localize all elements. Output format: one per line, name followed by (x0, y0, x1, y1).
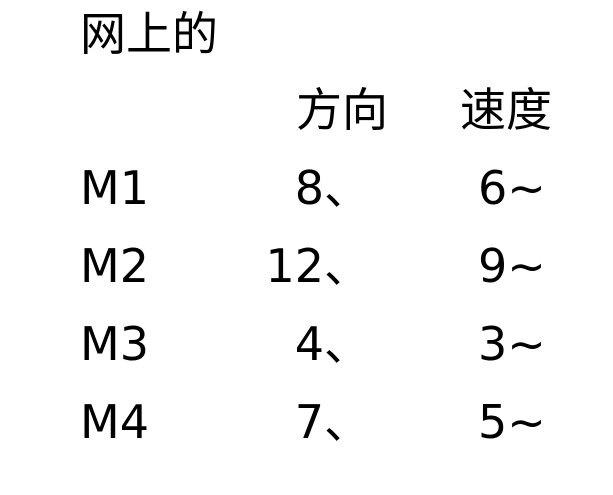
row-speed: 6~ (478, 161, 546, 215)
document-page: 网上的 方向 速度 M1 8、 6~ M2 12、 9~ M3 4、 3~ M4… (0, 0, 613, 495)
table-row: M4 7、 5~ (0, 392, 613, 452)
row-speed: 9~ (478, 239, 546, 293)
row-name: M2 (80, 239, 149, 293)
row-name: M1 (80, 161, 149, 215)
row-speed: 5~ (478, 395, 546, 449)
column-header-speed: 速度 (460, 83, 552, 137)
table-row: M1 8、 6~ (0, 158, 613, 218)
row-direction: 12、 (265, 239, 370, 293)
row-direction: 4、 (294, 317, 370, 371)
page-title: 网上的 (80, 7, 218, 61)
row-direction: 7、 (294, 395, 370, 449)
column-header-direction: 方向 (296, 83, 388, 137)
table-row: M2 12、 9~ (0, 236, 613, 296)
row-direction: 8、 (294, 161, 370, 215)
table-row: M3 4、 3~ (0, 314, 613, 374)
row-speed: 3~ (478, 317, 546, 371)
row-name: M4 (80, 395, 149, 449)
row-name: M3 (80, 317, 149, 371)
